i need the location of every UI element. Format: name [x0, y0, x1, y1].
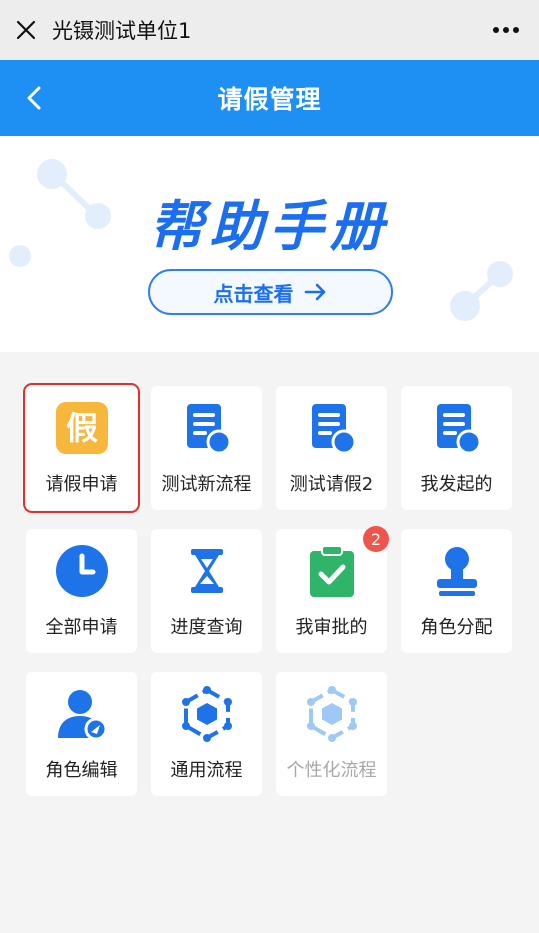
more-icon[interactable]: [491, 18, 521, 42]
tile-4[interactable]: 全部申请: [26, 529, 137, 653]
tile-9[interactable]: 通用流程: [151, 672, 262, 796]
view-help-label: 点击查看: [213, 281, 294, 306]
clock-icon: [54, 543, 110, 599]
wechat-title-bar: 光镊测试单位1: [0, 0, 539, 60]
close-icon[interactable]: [0, 0, 52, 60]
document-icon: [179, 400, 235, 456]
back-arrow-icon[interactable]: [14, 78, 54, 118]
tile-label: 测试新流程: [161, 474, 252, 495]
tile-8[interactable]: 角色编辑: [26, 672, 137, 796]
tile-10[interactable]: 个性化流程: [276, 672, 387, 796]
tile-3[interactable]: 我发起的: [401, 386, 512, 510]
banner-title: 帮助手册: [149, 195, 390, 258]
tile-label: 请假申请: [45, 474, 118, 495]
stamp-icon: [429, 543, 485, 599]
hexagon-network-icon: [304, 686, 360, 742]
tile-label: 通用流程: [170, 760, 243, 781]
function-grid: 假请假申请 测试新流程 测试请假2 我发起的 全部申请 进度查询 我审批的 2 角色分配 角色编辑…: [23, 383, 516, 796]
tile-6[interactable]: 我审批的 2: [276, 526, 389, 653]
tile-label: 测试请假2: [289, 474, 374, 495]
document-icon: [304, 400, 360, 456]
help-manual-banner[interactable]: 帮助手册 点击查看: [0, 136, 539, 352]
arrow-right-icon: [304, 283, 325, 301]
tile-label: 我发起的: [420, 474, 493, 495]
tile-label: 角色分配: [420, 617, 493, 638]
tile-7[interactable]: 角色分配: [401, 529, 512, 653]
document-icon: [429, 400, 485, 456]
wechat-title: 光镊测试单位1: [52, 19, 192, 43]
tile-5[interactable]: 进度查询: [151, 529, 262, 653]
leave-application-icon: 假: [54, 400, 110, 456]
tile-label: 个性化流程: [286, 760, 377, 781]
view-help-button[interactable]: 点击查看: [148, 269, 393, 315]
tile-2[interactable]: 测试请假2: [276, 386, 387, 510]
page-title: 请假管理: [217, 85, 322, 114]
app-header: 请假管理: [0, 60, 539, 136]
hexagon-network-icon: [179, 686, 235, 742]
user-edit-icon: [54, 686, 110, 742]
tile-label: 全部申请: [45, 617, 118, 638]
tile-1[interactable]: 测试新流程: [151, 386, 262, 510]
hourglass-icon: [179, 543, 235, 599]
tile-label: 进度查询: [170, 617, 243, 638]
svg-text:假: 假: [65, 409, 97, 447]
clipboard-check-icon: [304, 543, 360, 599]
tile-0[interactable]: 假请假申请: [23, 383, 140, 513]
notification-badge: 2: [363, 526, 389, 552]
tile-label: 我审批的: [295, 617, 368, 638]
tile-label: 角色编辑: [45, 760, 118, 781]
